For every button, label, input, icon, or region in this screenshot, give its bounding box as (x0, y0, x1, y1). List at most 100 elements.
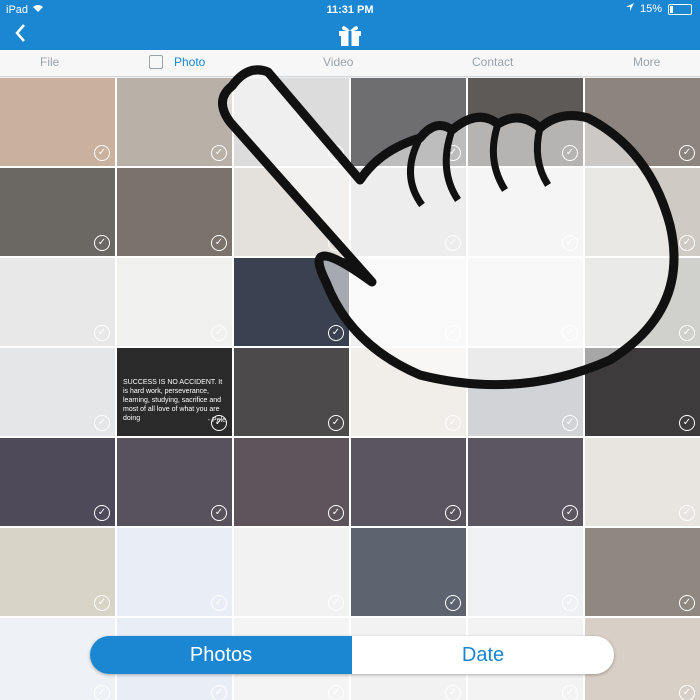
selected-check-icon[interactable]: ✓ (211, 595, 227, 611)
selected-check-icon[interactable]: ✓ (445, 595, 461, 611)
photo-thumbnail[interactable]: ✓ (0, 78, 115, 166)
selected-check-icon[interactable]: ✓ (94, 235, 110, 251)
selected-check-icon[interactable]: ✓ (445, 145, 461, 161)
selected-check-icon[interactable]: ✓ (445, 415, 461, 431)
selected-check-icon[interactable]: ✓ (328, 505, 344, 521)
photos-segment-button[interactable]: Photos (90, 636, 352, 674)
selected-check-icon[interactable]: ✓ (679, 325, 695, 341)
selected-check-icon[interactable]: ✓ (94, 595, 110, 611)
selected-check-icon[interactable]: ✓ (562, 325, 578, 341)
photo-thumbnail[interactable]: ✓ (468, 438, 583, 526)
battery-fill (670, 5, 674, 13)
photo-thumbnail[interactable]: ✓ (117, 528, 232, 616)
photo-thumbnail[interactable]: ✓ (0, 438, 115, 526)
photo-thumbnail[interactable]: ✓ (351, 258, 466, 346)
selected-check-icon[interactable]: ✓ (679, 505, 695, 521)
photo-thumbnail[interactable]: ✓ (117, 168, 232, 256)
status-time: 11:31 PM (326, 4, 374, 16)
photo-thumbnail[interactable]: ✓ (585, 78, 700, 166)
sort-segment-control: Photos Date (90, 636, 614, 674)
photo-thumbnail[interactable]: ✓ (585, 528, 700, 616)
photo-thumbnail[interactable]: ✓ (468, 258, 583, 346)
photo-thumbnail[interactable]: ✓ (234, 438, 349, 526)
tab-contact[interactable]: Contact (472, 55, 513, 69)
selected-check-icon[interactable]: ✓ (445, 685, 461, 700)
date-segment-button[interactable]: Date (352, 636, 614, 674)
selected-check-icon[interactable]: ✓ (562, 415, 578, 431)
photo-thumbnail[interactable]: ✓ (117, 438, 232, 526)
photo-thumbnail[interactable]: ✓ (351, 168, 466, 256)
chevron-left-icon (15, 24, 25, 42)
selected-check-icon[interactable]: ✓ (562, 595, 578, 611)
selected-check-icon[interactable]: ✓ (94, 685, 110, 700)
selected-check-icon[interactable]: ✓ (211, 685, 227, 700)
selected-check-icon[interactable]: ✓ (94, 415, 110, 431)
category-tabs: File Photo Video Contact More (0, 50, 700, 77)
select-all-checkbox[interactable] (149, 55, 163, 69)
selected-check-icon[interactable]: ✓ (445, 505, 461, 521)
photo-thumbnail[interactable]: ✓ (234, 348, 349, 436)
photo-thumbnail[interactable]: ✓ (234, 78, 349, 166)
photo-thumbnail[interactable]: ✓ (351, 348, 466, 436)
back-button[interactable] (14, 22, 26, 50)
photo-thumbnail[interactable]: ✓ (234, 258, 349, 346)
photo-thumbnail[interactable]: ✓ (234, 528, 349, 616)
selected-check-icon[interactable]: ✓ (94, 505, 110, 521)
selected-check-icon[interactable]: ✓ (328, 325, 344, 341)
photo-thumbnail[interactable]: ✓ (0, 258, 115, 346)
photo-thumbnail[interactable]: ✓ (468, 168, 583, 256)
selected-check-icon[interactable]: ✓ (211, 325, 227, 341)
selected-check-icon[interactable]: ✓ (445, 235, 461, 251)
photo-thumbnail[interactable]: ✓ (117, 258, 232, 346)
selected-check-icon[interactable]: ✓ (562, 685, 578, 700)
tab-more[interactable]: More (633, 55, 660, 69)
selected-check-icon[interactable]: ✓ (328, 415, 344, 431)
photo-thumbnail[interactable]: ✓ (351, 528, 466, 616)
tab-photo[interactable]: Photo (174, 55, 205, 69)
photo-thumbnail[interactable]: ✓ (585, 168, 700, 256)
status-right: 15% (625, 3, 692, 15)
selected-check-icon[interactable]: ✓ (211, 235, 227, 251)
gift-icon[interactable] (337, 23, 363, 47)
selected-check-icon[interactable]: ✓ (679, 235, 695, 251)
photo-thumbnail[interactable]: ✓ (468, 348, 583, 436)
photo-thumbnail[interactable]: ✓ (468, 78, 583, 166)
photo-thumbnail[interactable]: ✓ (468, 528, 583, 616)
selected-check-icon[interactable]: ✓ (211, 415, 227, 431)
photo-thumbnail[interactable]: ✓ (234, 168, 349, 256)
selected-check-icon[interactable]: ✓ (328, 145, 344, 161)
selected-check-icon[interactable]: ✓ (679, 595, 695, 611)
selected-check-icon[interactable]: ✓ (562, 235, 578, 251)
photo-thumbnail[interactable]: ✓ (585, 258, 700, 346)
photo-thumbnail[interactable]: ✓ (0, 528, 115, 616)
selected-check-icon[interactable]: ✓ (562, 145, 578, 161)
photo-thumbnail[interactable]: ✓ (117, 78, 232, 166)
photo-thumbnail[interactable]: ✓ (351, 438, 466, 526)
photo-thumbnail[interactable]: ✓ (351, 78, 466, 166)
selected-check-icon[interactable]: ✓ (94, 325, 110, 341)
photo-thumbnail[interactable]: ✓ (585, 438, 700, 526)
tab-file[interactable]: File (40, 55, 59, 69)
selected-check-icon[interactable]: ✓ (562, 505, 578, 521)
selected-check-icon[interactable]: ✓ (679, 145, 695, 161)
selected-check-icon[interactable]: ✓ (94, 145, 110, 161)
photo-thumbnail[interactable]: ✓ (0, 168, 115, 256)
selected-check-icon[interactable]: ✓ (679, 685, 695, 700)
selected-check-icon[interactable]: ✓ (211, 145, 227, 161)
selected-check-icon[interactable]: ✓ (445, 325, 461, 341)
selected-check-icon[interactable]: ✓ (328, 235, 344, 251)
tab-video[interactable]: Video (323, 55, 353, 69)
selected-check-icon[interactable]: ✓ (328, 595, 344, 611)
screen: iPad 11:31 PM 15% File Photo Video Conta… (0, 0, 700, 700)
nav-bar (0, 20, 700, 50)
photo-thumbnail[interactable]: ✓ (0, 348, 115, 436)
selected-check-icon[interactable]: ✓ (211, 505, 227, 521)
selected-check-icon[interactable]: ✓ (328, 685, 344, 700)
photo-thumbnail[interactable]: SUCCESS IS NO ACCIDENT. It is hard work,… (117, 348, 232, 436)
selected-check-icon[interactable]: ✓ (679, 415, 695, 431)
photo-grid: ✓ ✓ ✓ ✓ ✓ ✓ ✓ ✓ ✓ ✓ ✓ ✓ ✓ ✓ ✓ ✓ ✓ ✓ ✓ SUCCESS IS NO ACCIDEN… (0, 78, 700, 700)
battery-percent: 15% (639, 3, 662, 15)
battery-icon (668, 3, 692, 15)
status-bar: iPad 11:31 PM 15% (0, 0, 700, 20)
photo-thumbnail[interactable]: ✓ (585, 348, 700, 436)
